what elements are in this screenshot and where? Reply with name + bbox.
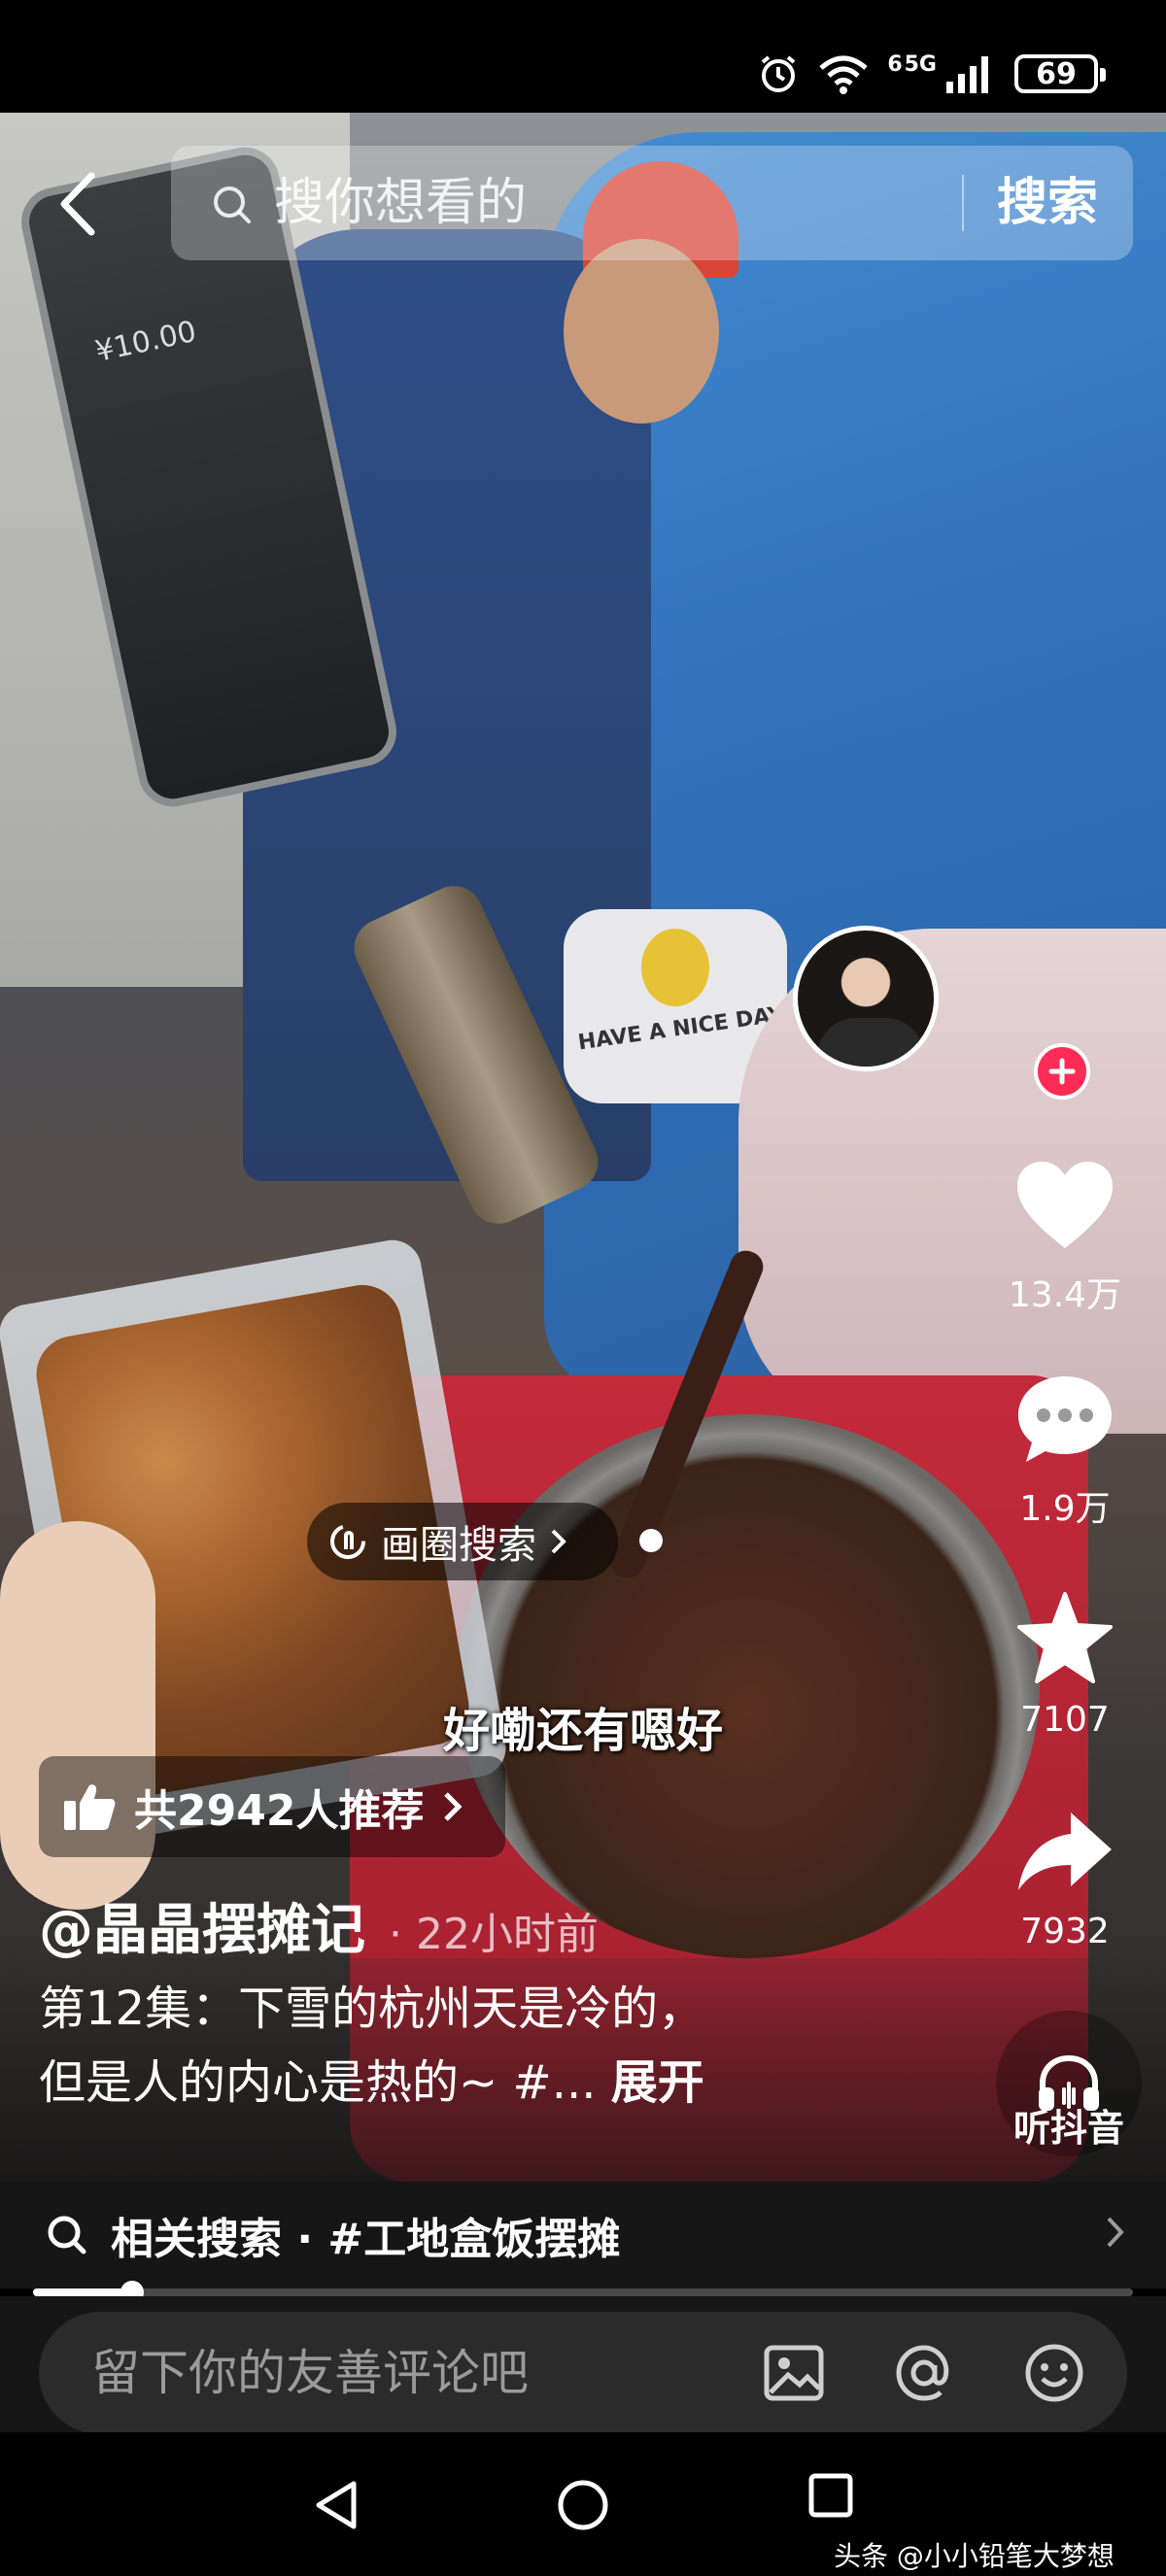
search-icon (48, 2216, 86, 2254)
author-line: @晶晶摆摊记 · 22小时前 (39, 1886, 599, 1965)
description-line-1: 第12集：下雪的杭州天是冷的， (39, 1982, 705, 2036)
nav-home-button[interactable] (549, 2471, 617, 2539)
author-avatar[interactable] (793, 926, 939, 1071)
circle-search-label: 画圈搜索 (381, 1523, 536, 1568)
search-bar[interactable]: 搜你想看的 搜索 (171, 146, 1133, 260)
signal-label: 6 (887, 51, 903, 77)
share-arrow-icon (1018, 1813, 1112, 1890)
wifi-icon (819, 55, 868, 94)
circle-search-dot (639, 1529, 663, 1552)
like-button[interactable]: 13.4万 (977, 1152, 1152, 1317)
status-bar: 6 5G 69 (0, 0, 1166, 113)
search-button[interactable]: 搜索 (997, 167, 1098, 239)
share-count: 7932 (1020, 1912, 1110, 1951)
network-label: 5G (904, 51, 937, 77)
video-subtitle: 好嘞还有嗯好 (442, 1704, 723, 1758)
comment-button[interactable]: 1.9万 (977, 1366, 1152, 1531)
thumbs-up-icon (64, 1784, 116, 1830)
heart-icon (1017, 1162, 1113, 1248)
progress-fill (33, 2288, 132, 2296)
watermark: 头条 @小小铅笔大梦想 (834, 2540, 1115, 2572)
battery-indicator: 69 (1014, 54, 1106, 93)
comment-count: 1.9万 (1019, 1489, 1111, 1529)
scene-face (564, 239, 719, 424)
triangle-back-icon (316, 2481, 357, 2529)
nav-recents-button[interactable] (797, 2461, 865, 2529)
search-input[interactable]: 搜你想看的 (274, 167, 527, 239)
recommend-pill[interactable]: 共2942人推荐 (39, 1756, 505, 1857)
emoji-button[interactable] (1020, 2339, 1088, 2407)
alarm-icon (762, 55, 796, 92)
mention-button[interactable] (890, 2339, 958, 2407)
chevron-right-icon (551, 1529, 566, 1554)
image-icon (764, 2345, 824, 2401)
author-name[interactable]: @晶晶摆摊记 (39, 1886, 365, 1965)
recommend-label: 共2942人推荐 (134, 1786, 425, 1836)
related-search-bar[interactable]: 相关搜索 · #工地盒饭摆摊 (0, 2182, 1166, 2288)
post-time: · 22小时前 (389, 1910, 599, 1959)
chevron-right-icon (1107, 2217, 1124, 2248)
star-icon (1017, 1592, 1113, 1683)
scene-pot-contents (457, 1414, 1040, 1958)
chevron-left-icon (60, 172, 95, 236)
chevron-right-icon (444, 1792, 463, 1821)
hand-circle-icon (330, 1524, 365, 1559)
comment-placeholder: 留下你的友善评论吧 (91, 2345, 529, 2401)
avatar-figure (817, 1018, 924, 1067)
circle-search-button[interactable]: 画圈搜索 (307, 1503, 618, 1580)
emoji-icon (1025, 2344, 1083, 2402)
scene-phone-amount: ¥10.00 (92, 314, 200, 369)
back-button[interactable] (49, 165, 107, 243)
square-recents-icon (808, 2473, 853, 2518)
comment-area: 留下你的友善评论吧 (0, 2296, 1166, 2434)
nav-back-button[interactable] (301, 2471, 369, 2539)
image-button[interactable] (760, 2339, 828, 2407)
related-search-label: 相关搜索 · #工地盒饭摆摊 (111, 2215, 621, 2264)
cell-signal-icon (946, 56, 988, 93)
search-icon (210, 183, 255, 227)
share-button[interactable]: 7932 (977, 1797, 1152, 1951)
post-description[interactable]: 第12集：下雪的杭州天是冷的， 但是人的内心是热的~ #... 展开 (39, 1972, 816, 2119)
circle-home-icon (558, 2480, 608, 2530)
expand-button[interactable]: 展开 (611, 2055, 704, 2110)
video-progress-bar[interactable] (33, 2281, 1133, 2304)
description-line-2-wrap: 但是人的内心是热的~ #... 展开 (39, 2046, 816, 2119)
comment-bubble-icon (1018, 1376, 1112, 1462)
search-divider (962, 175, 964, 231)
listen-douyin-label: 听抖音 (1012, 2107, 1124, 2150)
like-count: 13.4万 (1008, 1275, 1122, 1315)
plus-icon (1048, 1058, 1076, 1085)
follow-button[interactable] (1034, 1043, 1090, 1100)
scene-bag-logo (641, 929, 709, 1006)
at-sign-icon (896, 2345, 949, 2401)
description-line-2: 但是人的内心是热的~ #... (39, 2055, 597, 2110)
status-icons: 6 5G 69 (757, 45, 1106, 103)
comment-input[interactable]: 留下你的友善评论吧 (39, 2312, 1127, 2434)
